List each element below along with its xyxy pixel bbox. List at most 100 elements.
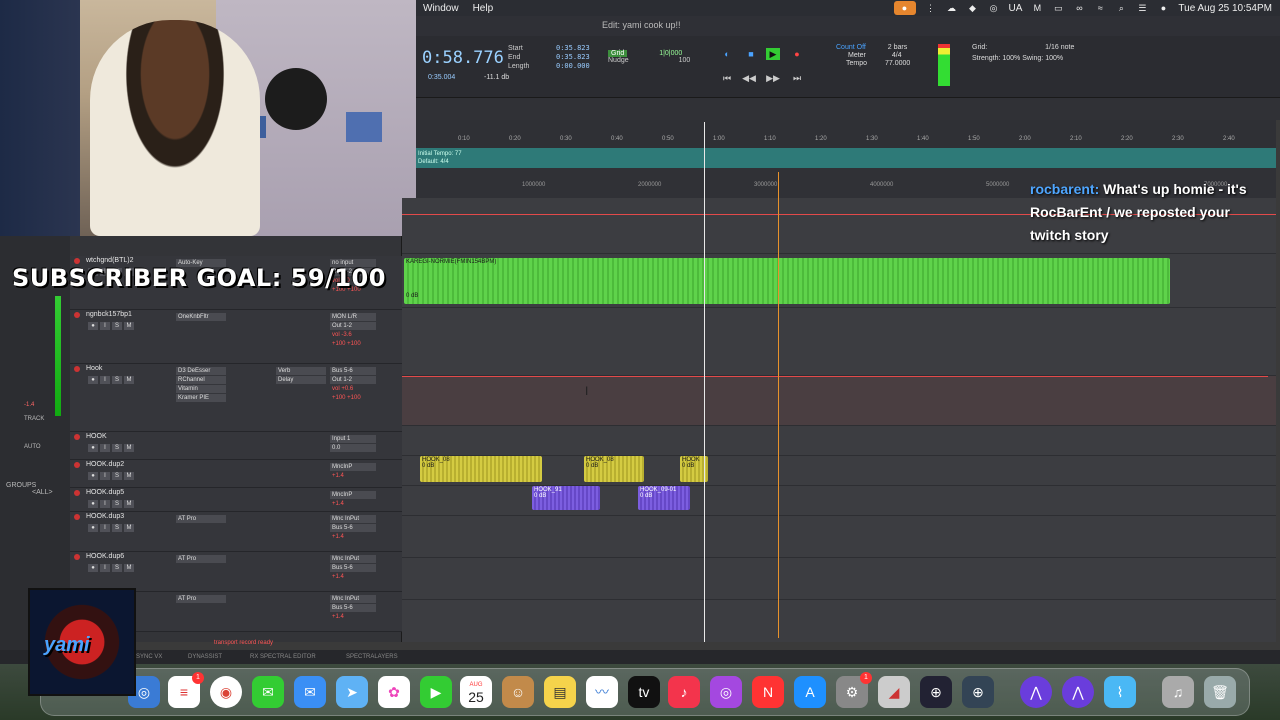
send-slot[interactable]: Delay	[276, 376, 326, 384]
edit-cursor-marker[interactable]	[778, 172, 779, 638]
track-color-dot[interactable]	[74, 490, 80, 496]
io-selector[interactable]: Mnc InPut	[330, 515, 376, 523]
tab-rx-spectral[interactable]: RX SPECTRAL EDITOR	[250, 654, 316, 660]
send-slot[interactable]: Verb	[276, 367, 326, 375]
track-color-dot[interactable]	[74, 366, 80, 372]
end-value[interactable]: 0:35.823	[556, 53, 590, 62]
search-icon[interactable]: ⌕	[1115, 3, 1127, 13]
record-icon[interactable]: ●	[790, 48, 804, 60]
record-arm-button[interactable]: ●	[88, 376, 98, 384]
insert-slot[interactable]: AT Pro	[176, 555, 226, 563]
insert-slot[interactable]: RChannel	[176, 376, 226, 384]
notes-icon[interactable]: ▤	[544, 676, 576, 708]
track-name[interactable]: HOOK.dup5	[86, 489, 124, 496]
track-header[interactable]: HOOK.dup3 ● I S M AT Pro Mnc InPut Bus 5-6 +1.4	[70, 512, 402, 552]
io-selector[interactable]: +100 +100	[330, 340, 376, 348]
io-selector[interactable]: +1.4	[330, 533, 376, 541]
track-color-dot[interactable]	[74, 312, 80, 318]
tab-spectralayers[interactable]: SPECTRALAYERS	[346, 654, 398, 660]
bars-value[interactable]: 2 bars	[888, 44, 907, 51]
audio-clip-hook[interactable]: HOOK_08 0 dB	[584, 456, 644, 482]
track-lane[interactable]	[402, 426, 1276, 456]
insert-slot[interactable]: OneKnbFltr	[176, 313, 226, 321]
messages-icon[interactable]: ✉	[252, 676, 284, 708]
track-name[interactable]: HOOK.dup2	[86, 461, 124, 468]
track-header[interactable]: HOOK.dup5 ● I S M MncInP +1.4	[70, 488, 402, 512]
mute-button[interactable]: M	[124, 564, 134, 572]
swing-value[interactable]: 100%	[1045, 55, 1063, 62]
io-selector[interactable]: MncInP	[330, 463, 376, 471]
main-counter[interactable]: 0:58.776	[422, 48, 504, 68]
reminders-icon[interactable]: ≡ 1	[168, 672, 204, 708]
io-selector[interactable]: +1.4	[330, 573, 376, 581]
rewind-icon[interactable]: ◀◀	[742, 72, 756, 84]
loop-icon[interactable]: ◐	[720, 48, 734, 60]
mute-button[interactable]: M	[124, 500, 134, 508]
diamond-icon[interactable]: ◆	[967, 3, 979, 13]
track-name[interactable]: wtchgnd(BTL)2	[86, 257, 133, 264]
tempo-value[interactable]: 77.0000	[885, 60, 910, 67]
track-header[interactable]: Hook ● I S M D3 DeEsser RChannel Vitamin Kramer …	[70, 364, 402, 432]
insert-slot[interactable]: Kramer PIE	[176, 394, 226, 402]
app-store-icon[interactable]: A	[794, 676, 826, 708]
sync-icon[interactable]: ◎	[988, 3, 1000, 13]
track-header[interactable]: HOOK.dup2 ● I S M MncInP +1.4	[70, 460, 402, 488]
io-selector[interactable]: Bus 5-6	[330, 564, 376, 572]
fast-forward-icon[interactable]: ▶▶	[766, 72, 780, 84]
io-selector[interactable]: vol +0.6	[330, 385, 376, 393]
microphone-icon[interactable]: ●	[893, 1, 916, 15]
track-color-dot[interactable]	[74, 554, 80, 560]
io-selector[interactable]: Input 1	[330, 435, 376, 443]
io-selector[interactable]: +1.4	[330, 500, 376, 508]
record-arm-button[interactable]: ●	[88, 500, 98, 508]
tempo-ruler[interactable]: Initial Tempo: 77 Default: 4/4	[416, 148, 1276, 168]
record-arm-button[interactable]: ●	[88, 524, 98, 532]
calendar-icon[interactable]: AUG 25	[460, 676, 492, 708]
input-monitor-button[interactable]: I	[100, 500, 110, 508]
freeform-icon[interactable]: 〰	[586, 676, 618, 708]
start-value[interactable]: 0:35.823	[556, 44, 590, 53]
mixer-db[interactable]: -1.4	[24, 402, 34, 408]
track-name[interactable]: HOOK.dup3	[86, 513, 124, 520]
solo-button[interactable]: S	[112, 444, 122, 452]
track-name[interactable]: HOOK.dup6	[86, 553, 124, 560]
mute-button[interactable]: M	[124, 322, 134, 330]
io-selector[interactable]: 0.0	[330, 444, 376, 452]
timeline-ruler[interactable]: 0:10 0:20 0:30 0:40 0:50 1:00 1:10 1:20 1:30 1:40…	[416, 120, 1276, 148]
insert-slot[interactable]: Vitamin	[176, 385, 226, 393]
track-name[interactable]: ngnbck157bp1	[86, 311, 132, 318]
maps-icon[interactable]: ➤	[336, 676, 368, 708]
grid-label[interactable]: Grid	[608, 50, 628, 57]
track-lane[interactable]	[402, 558, 1276, 600]
link-icon[interactable]: ∞	[1073, 3, 1085, 13]
system-settings-icon[interactable]: ⚙ 1	[836, 672, 872, 708]
solo-button[interactable]: S	[112, 564, 122, 572]
contacts-icon[interactable]: ☺	[502, 676, 534, 708]
track-header[interactable]: HOOK ● I S M Input 1 0.0	[70, 432, 402, 460]
record-arm-button[interactable]: ●	[88, 444, 98, 452]
solo-button[interactable]: S	[112, 376, 122, 384]
insert-slot[interactable]: AT Pro	[176, 595, 226, 603]
track-header[interactable]: HOOK.dup6 ● I S M AT Pro Mnc InPut Bus 5-6 +1.4	[70, 552, 402, 592]
m-icon[interactable]: M	[1031, 3, 1043, 13]
news-icon[interactable]: N	[752, 676, 784, 708]
music-icon[interactable]: ♪	[668, 676, 700, 708]
grid-note-value[interactable]: 1/16 note	[1045, 44, 1074, 51]
groups-all[interactable]: <ALL>	[32, 489, 53, 496]
input-monitor-button[interactable]: I	[100, 472, 110, 480]
input-monitor-button[interactable]: I	[100, 564, 110, 572]
menu-window[interactable]: Window	[416, 3, 466, 14]
mute-button[interactable]: M	[124, 376, 134, 384]
io-selector[interactable]: Out 1-2	[330, 376, 376, 384]
io-selector[interactable]: +1.4	[330, 613, 376, 621]
input-monitor-button[interactable]: I	[100, 376, 110, 384]
track-color-dot[interactable]	[74, 462, 80, 468]
record-arm-button[interactable]: ●	[88, 472, 98, 480]
apple-tv-icon[interactable]: tv	[628, 676, 660, 708]
trash-icon[interactable]: 🗑	[1204, 676, 1236, 708]
chrome-icon[interactable]: ◉	[210, 676, 242, 708]
screen-icon[interactable]: ▭	[1052, 3, 1064, 13]
app-icon[interactable]: ⌇	[1104, 676, 1136, 708]
input-monitor-button[interactable]: I	[100, 524, 110, 532]
solo-button[interactable]: S	[112, 524, 122, 532]
